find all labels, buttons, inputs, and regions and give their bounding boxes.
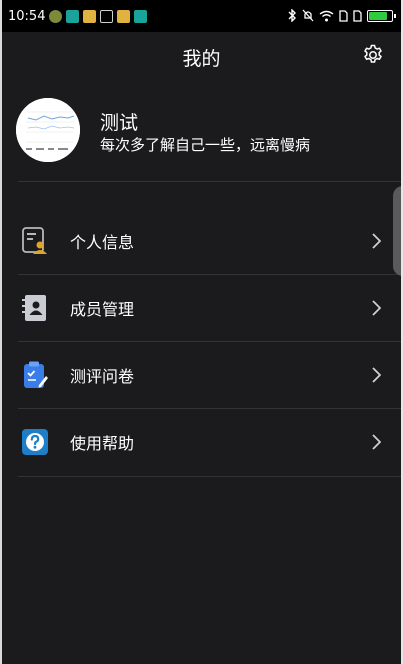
sim-icon xyxy=(353,9,362,22)
page-title: 我的 xyxy=(182,48,221,70)
folder-icon xyxy=(83,9,97,23)
questionnaire-icon xyxy=(24,361,48,388)
chevron-right-icon xyxy=(372,434,381,450)
status-time: 10:54 xyxy=(8,8,46,24)
avatar[interactable] xyxy=(16,98,80,162)
menu-label-member-management: 成员管理 xyxy=(70,300,135,319)
menu-divider xyxy=(18,476,401,477)
menu-item-personal-info[interactable]: 个人信息 xyxy=(2,208,401,274)
battery-icon xyxy=(367,9,396,22)
help-icon xyxy=(22,429,48,455)
menu-item-questionnaire[interactable]: 测评问卷 xyxy=(2,342,401,408)
status-right-icons xyxy=(287,9,396,22)
avatar-chart-image xyxy=(16,98,80,162)
menu-item-help[interactable]: 使用帮助 xyxy=(2,409,401,475)
wifi-icon xyxy=(319,10,334,21)
battery-fill xyxy=(369,11,387,20)
profile-divider xyxy=(18,181,401,182)
menu-label-help: 使用帮助 xyxy=(70,434,135,453)
chevron-right-icon xyxy=(372,300,381,316)
usb-icon xyxy=(134,9,148,23)
app-icon-2 xyxy=(66,9,80,23)
status-bar: 10:54 xyxy=(2,0,401,32)
chevron-right-icon xyxy=(372,367,381,383)
edge-drag-handle[interactable] xyxy=(393,186,403,276)
bluetooth-icon xyxy=(288,9,296,22)
settings-gear-icon[interactable] xyxy=(361,43,385,67)
mute-icon xyxy=(302,9,314,22)
sim-icon xyxy=(339,9,348,22)
personal-info-icon xyxy=(22,227,47,254)
app-icon-1 xyxy=(49,9,63,23)
folder-icon xyxy=(117,9,131,23)
title-bar: 我的 xyxy=(2,32,401,80)
chevron-right-icon xyxy=(372,233,381,249)
menu-label-questionnaire: 测评问卷 xyxy=(70,367,135,386)
profile-name: 测试 xyxy=(100,112,139,134)
member-management-icon xyxy=(22,295,46,321)
profile-card[interactable]: 测试 每次多了解自己一些，远离慢病 xyxy=(2,92,401,180)
upload-icon xyxy=(100,9,114,23)
menu-label-personal-info: 个人信息 xyxy=(70,233,135,252)
menu-item-member-management[interactable]: 成员管理 xyxy=(2,275,401,341)
profile-motto: 每次多了解自己一些，远离慢病 xyxy=(100,136,311,154)
